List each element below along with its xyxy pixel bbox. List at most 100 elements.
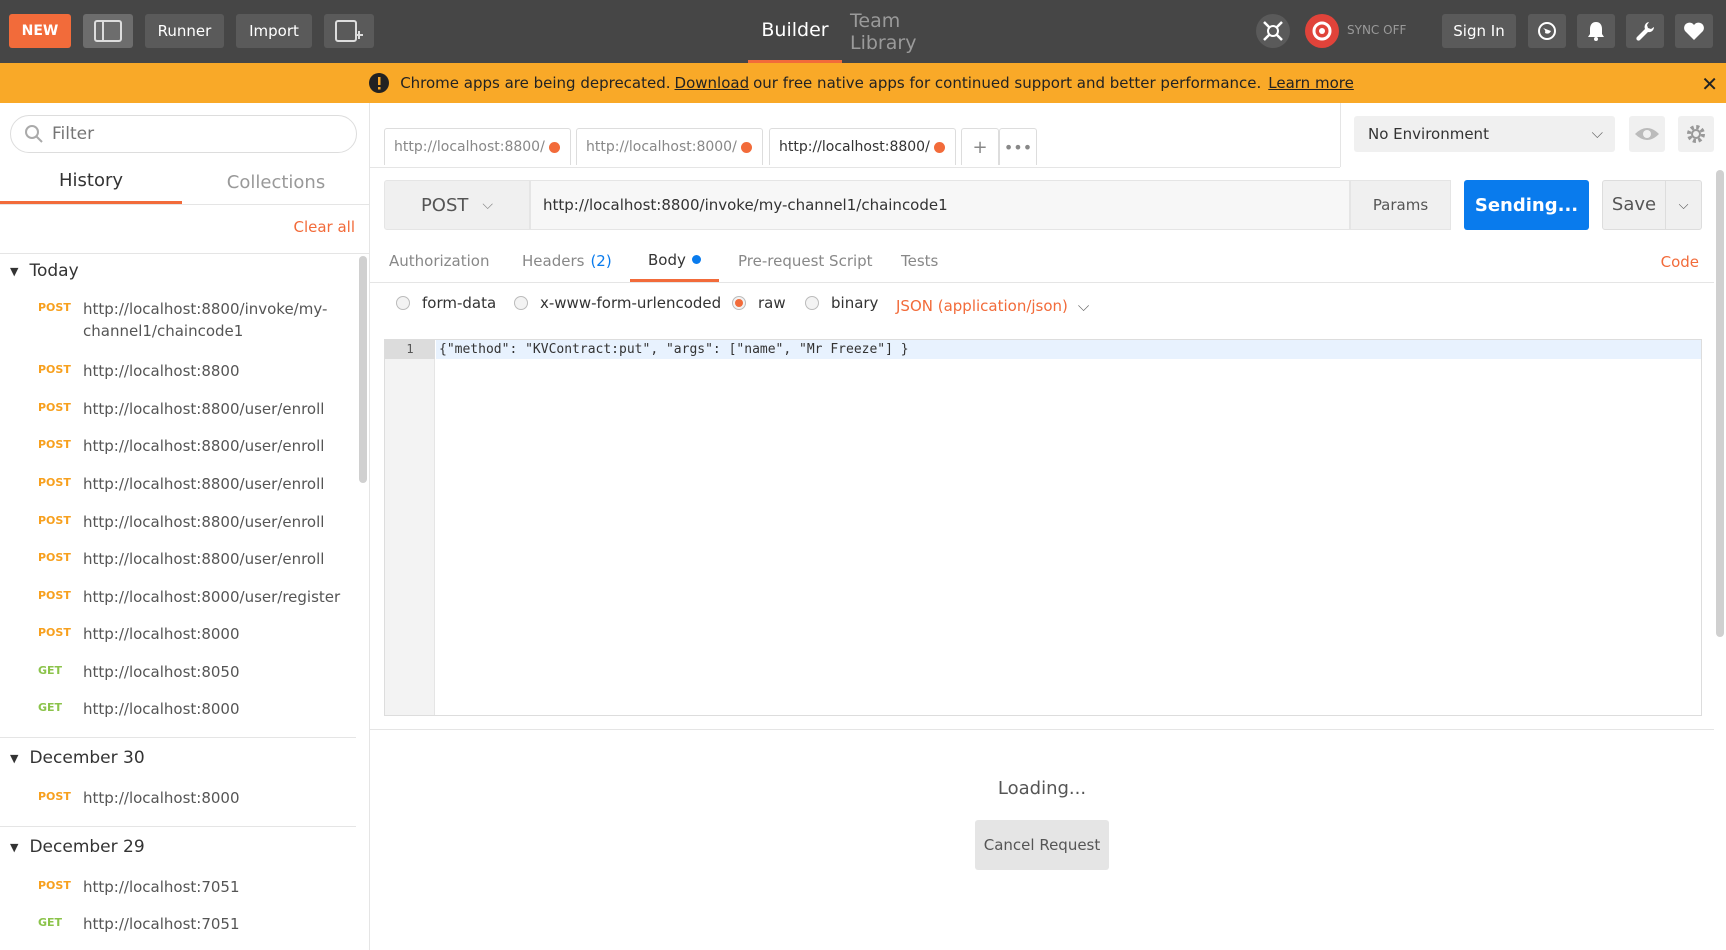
unsaved-dot-icon: [741, 142, 752, 153]
history-item[interactable]: POST http://localhost:7051: [38, 876, 338, 898]
sync-icon: [1305, 14, 1339, 48]
history-url: http://localhost:8800/user/enroll: [83, 550, 325, 568]
tab-history[interactable]: History: [0, 160, 182, 204]
history-item[interactable]: POST http://localhost:8800/user/enroll: [38, 511, 338, 533]
environment-value: No Environment: [1368, 125, 1489, 143]
content-type-select[interactable]: JSON (application/json) ⌵: [896, 297, 1089, 315]
history-group-today[interactable]: ▼ Today: [10, 261, 79, 281]
history-item[interactable]: POST http://localhost:8800: [38, 360, 338, 382]
tab-tests[interactable]: Tests: [901, 240, 938, 282]
line-number: 1: [385, 340, 435, 359]
tab-team-library[interactable]: Team Library: [850, 0, 972, 63]
history-item[interactable]: POST http://localhost:8800/user/enroll: [38, 398, 338, 420]
caret-down-icon: ▼: [10, 840, 19, 854]
unsaved-dot-icon: [549, 142, 560, 153]
save-button[interactable]: Save ⌵: [1602, 180, 1702, 230]
runner-button[interactable]: Runner: [145, 14, 224, 48]
search-icon: [25, 125, 43, 143]
manage-environments-button[interactable]: [1678, 116, 1714, 152]
history-item[interactable]: POST http://localhost:8800/user/enroll: [38, 548, 338, 570]
divider: [370, 282, 1714, 283]
cancel-request-button[interactable]: Cancel Request: [975, 820, 1109, 870]
request-tab-active[interactable]: http://localhost:8800/: [769, 128, 956, 165]
tab-label: http://localhost:8800/: [779, 139, 930, 155]
loading-text: Loading...: [997, 778, 1087, 799]
radio-binary[interactable]: binary: [805, 294, 878, 312]
history-item[interactable]: POST http://localhost:8800/invoke/my-cha…: [38, 298, 338, 342]
history-group-december-30[interactable]: ▼ December 30: [10, 748, 145, 768]
save-label: Save: [1603, 181, 1666, 229]
toggle-sidebar-button[interactable]: [83, 14, 133, 48]
learn-more-link[interactable]: Learn more: [1268, 74, 1354, 92]
gear-icon: [1687, 125, 1705, 143]
method-badge: GET: [38, 916, 63, 929]
method-badge: GET: [38, 701, 63, 714]
heart-button[interactable]: [1675, 14, 1713, 48]
line-gutter: 1: [385, 340, 435, 715]
tab-pre-request-script[interactable]: Pre-request Script: [738, 240, 873, 282]
send-button[interactable]: Sending...: [1464, 180, 1589, 230]
unsaved-dot-icon: [934, 142, 945, 153]
radio-circle[interactable]: [514, 296, 528, 310]
code-line[interactable]: {"method": "KVContract:put", "args": ["n…: [436, 340, 1701, 359]
request-tab[interactable]: http://localhost:8800/: [384, 128, 571, 165]
history-item[interactable]: POST http://localhost:8800/user/enroll: [38, 435, 338, 457]
sign-in-button[interactable]: Sign In: [1442, 14, 1516, 48]
environment-quick-look-button[interactable]: [1629, 116, 1665, 152]
body-editor[interactable]: 1 {"method": "KVContract:put", "args": […: [384, 339, 1702, 716]
filter-field[interactable]: [10, 115, 357, 153]
history-item[interactable]: POST http://localhost:8000/user/register: [38, 586, 340, 608]
add-tab-button[interactable]: +: [961, 128, 999, 165]
main-scrollbar[interactable]: [1716, 170, 1724, 637]
settings-button[interactable]: [1626, 14, 1664, 48]
download-link[interactable]: Download: [675, 74, 750, 92]
tab-headers[interactable]: Headers (2): [522, 240, 612, 282]
tab-body[interactable]: Body: [630, 240, 719, 282]
tab-authorization[interactable]: Authorization: [389, 240, 489, 282]
group-title: December 30: [29, 748, 145, 768]
notifications-button[interactable]: [1577, 14, 1615, 48]
method-select[interactable]: POST ⌵: [384, 180, 530, 230]
method-badge: POST: [38, 476, 71, 489]
generate-code-link[interactable]: Code: [1661, 253, 1699, 271]
radio-raw[interactable]: raw: [732, 294, 786, 312]
chevron-down-icon[interactable]: ⌵: [1666, 198, 1701, 213]
filter-input[interactable]: [52, 124, 332, 144]
radio-form-data[interactable]: form-data: [396, 294, 496, 312]
close-icon[interactable]: ✕: [1701, 72, 1718, 96]
radio-circle[interactable]: [805, 296, 819, 310]
url-input[interactable]: http://localhost:8800/invoke/my-channel1…: [530, 180, 1350, 230]
radio-circle[interactable]: [396, 296, 410, 310]
history-url: http://localhost:8000: [83, 625, 240, 643]
history-item[interactable]: GET http://localhost:8000: [38, 698, 338, 720]
history-url: http://localhost:8000: [83, 789, 240, 807]
environment-select[interactable]: No Environment ⌵: [1354, 116, 1615, 152]
method-badge: POST: [38, 551, 71, 564]
divider: [0, 204, 369, 205]
history-item[interactable]: GET http://localhost:7051: [38, 913, 338, 935]
history-item[interactable]: POST http://localhost:8000: [38, 787, 338, 809]
new-button[interactable]: NEW: [9, 14, 71, 48]
history-group-december-29[interactable]: ▼ December 29: [10, 837, 145, 857]
request-tab[interactable]: http://localhost:8000/: [576, 128, 763, 165]
history-item[interactable]: POST http://localhost:8800/user/enroll: [38, 473, 338, 495]
clear-all-link[interactable]: Clear all: [293, 218, 355, 236]
history-url: http://localhost:8050: [83, 663, 240, 681]
more-tabs-button[interactable]: •••: [999, 128, 1037, 165]
globe-button[interactable]: [1528, 14, 1566, 48]
radio-circle-selected[interactable]: [732, 296, 746, 310]
tab-builder[interactable]: Builder: [748, 0, 842, 63]
history-item[interactable]: POST http://localhost:8000: [38, 623, 338, 645]
chevron-down-icon: ⌵: [1591, 124, 1603, 142]
sync-button[interactable]: [1303, 14, 1341, 48]
divider: [0, 737, 356, 738]
sidebar-scrollbar[interactable]: [359, 256, 367, 483]
caret-down-icon: ▼: [10, 751, 19, 765]
import-button[interactable]: Import: [236, 14, 312, 48]
interceptor-button[interactable]: [1254, 14, 1292, 48]
history-item[interactable]: GET http://localhost:8050: [38, 661, 338, 683]
new-window-button[interactable]: [324, 14, 374, 48]
radio-urlencoded[interactable]: x-www-form-urlencoded: [514, 294, 721, 312]
tab-collections[interactable]: Collections: [185, 160, 367, 204]
params-button[interactable]: Params: [1350, 180, 1451, 230]
